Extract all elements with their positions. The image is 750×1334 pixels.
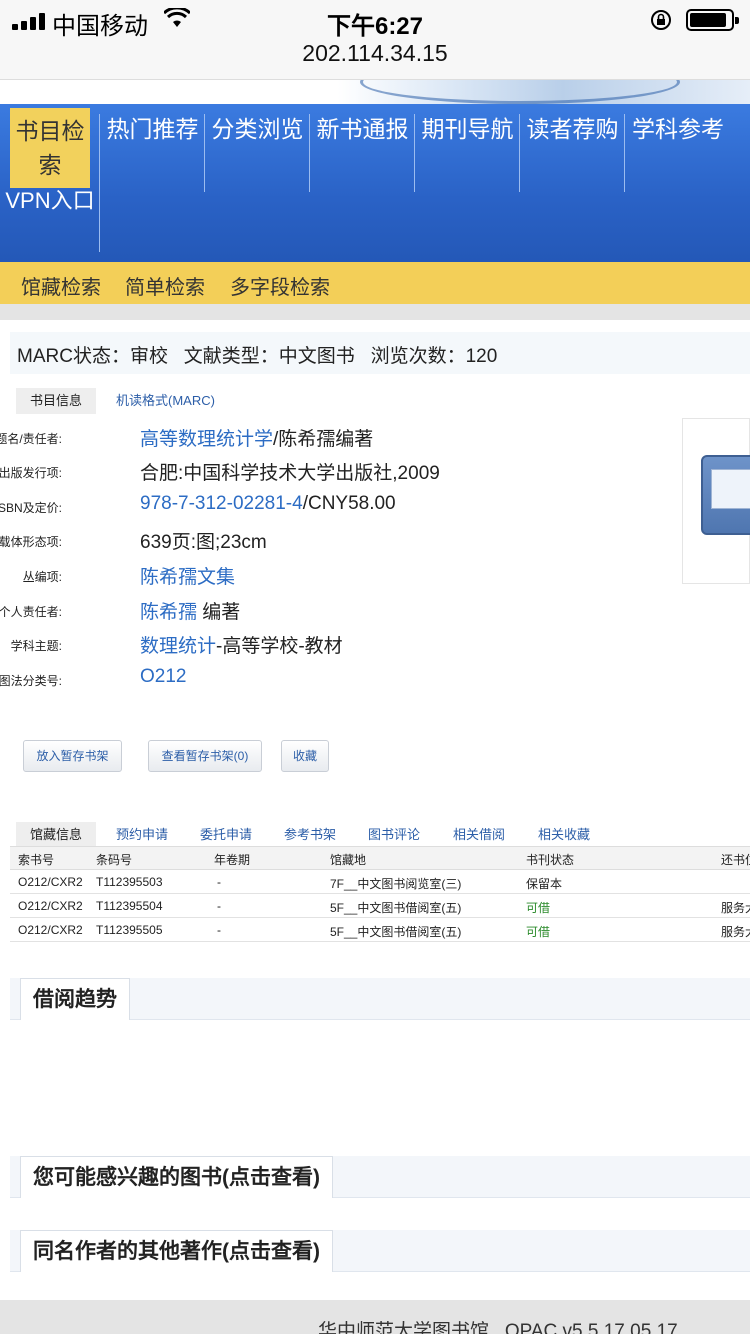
table-row: O212/CXR2 T112395505 - 5F__中文图书借阅室(五) 可借… bbox=[10, 918, 750, 942]
sub-nav: 馆藏检索 简单检索 多字段检索 bbox=[0, 262, 750, 304]
rotation-lock-icon bbox=[651, 10, 671, 30]
footer-text: 华中师范大学图书馆 OPAC v5.5.17.05.17 bbox=[318, 1321, 678, 1334]
main-nav: 书目检索 VPN入口 热门推荐 分类浏览 新书通报 期刊导航 读者荐购 学科参考 bbox=[0, 104, 750, 262]
add-to-shelf-button[interactable]: 放入暂存书架 bbox=[23, 740, 122, 772]
subnav-simple-search[interactable]: 简单检索 bbox=[125, 271, 205, 300]
nav-item-subject[interactable]: 学科参考 bbox=[626, 114, 730, 192]
tab-book-info[interactable]: 书目信息 bbox=[16, 388, 97, 414]
author-link[interactable]: 陈希孺 bbox=[140, 602, 197, 623]
interest-books-section[interactable]: 您可能感兴趣的图书(点击查看) bbox=[10, 1156, 750, 1198]
loan-trend-title: 借阅趋势 bbox=[20, 978, 130, 1020]
info-row-subject: 学科主题: 数理统计-高等学校-教材 bbox=[10, 636, 343, 657]
info-row-author: 个人责任者: 陈希孺 编著 bbox=[0, 602, 241, 623]
same-author-title[interactable]: 同名作者的其他著作(点击查看) bbox=[20, 1230, 333, 1272]
info-row-title: 题名/责任者: 高等数理统计学/陈希孺编著 bbox=[0, 429, 374, 450]
marc-status-text: MARC状态：审校 文献类型：中文图书 浏览次数：120 bbox=[17, 346, 498, 367]
same-author-section[interactable]: 同名作者的其他著作(点击查看) bbox=[10, 1230, 750, 1272]
nav-item-vpn[interactable]: VPN入口 bbox=[4, 184, 96, 218]
tab-reference-shelf[interactable]: 参考书架 bbox=[284, 822, 336, 848]
tab-reviews[interactable]: 图书评论 bbox=[368, 822, 420, 848]
favorite-button[interactable]: 收藏 bbox=[281, 740, 329, 772]
series-link[interactable]: 陈希孺文集 bbox=[140, 567, 235, 588]
address-bar[interactable]: 202.114.34.15 bbox=[0, 40, 750, 67]
tab-marc[interactable]: 机读格式(MARC) bbox=[116, 388, 215, 414]
table-header: 索书号 条码号 年卷期 馆藏地 书刊状态 还书位 bbox=[10, 846, 750, 870]
view-shelf-button[interactable]: 查看暂存书架(0) bbox=[148, 740, 262, 772]
clock-time: 下午6:27 bbox=[326, 13, 424, 40]
nav-item-new-books[interactable]: 新书通报 bbox=[311, 114, 415, 192]
nav-item-hot[interactable]: 热门推荐 bbox=[101, 114, 205, 192]
nav-item-catalog-search[interactable]: 书目检索 bbox=[8, 114, 92, 182]
book-cover-icon bbox=[701, 455, 750, 535]
isbn-link[interactable]: 978-7-312-02281-4 bbox=[140, 493, 303, 514]
info-row-isbn: ISBN及定价: 978-7-312-02281-4/CNY58.00 bbox=[0, 493, 396, 515]
table-row: O212/CXR2 T112395503 - 7F__中文图书阅览室(三) 保留… bbox=[10, 870, 750, 894]
title-link[interactable]: 高等数理统计学 bbox=[140, 429, 273, 450]
tab-holdings[interactable]: 馆藏信息 bbox=[16, 822, 97, 848]
header-banner bbox=[0, 80, 750, 104]
battery-icon bbox=[686, 9, 739, 31]
info-row-series: 丛编项: 陈希孺文集 bbox=[22, 567, 236, 588]
info-row-publisher: 出版发行项: 合肥:中国科学技术大学出版社,2009 bbox=[0, 463, 440, 484]
info-row-physical: 载体形态项: 639页:图;23cm bbox=[0, 532, 267, 553]
table-row: O212/CXR2 T112395504 - 5F__中文图书借阅室(五) 可借… bbox=[10, 894, 750, 918]
info-row-classification: 中图法分类号: O212 bbox=[0, 666, 187, 688]
tab-related-loans[interactable]: 相关借阅 bbox=[453, 822, 505, 848]
status-bar: 中国移动 下午6:27 202.114.34.15 bbox=[0, 0, 750, 80]
nav-item-journals[interactable]: 期刊导航 bbox=[416, 114, 520, 192]
loan-trend-section: 借阅趋势 bbox=[10, 978, 750, 1020]
subnav-multi-field-search[interactable]: 多字段检索 bbox=[230, 271, 330, 300]
subnav-holdings-search[interactable]: 馆藏检索 bbox=[21, 271, 101, 300]
interest-books-title[interactable]: 您可能感兴趣的图书(点击查看) bbox=[20, 1156, 333, 1198]
tab-related-favorites[interactable]: 相关收藏 bbox=[538, 822, 590, 848]
tab-delegate[interactable]: 委托申请 bbox=[200, 822, 252, 848]
nav-item-browse[interactable]: 分类浏览 bbox=[206, 114, 310, 192]
tab-reservation[interactable]: 预约申请 bbox=[116, 822, 168, 848]
book-cover-image bbox=[682, 418, 750, 584]
footer: 华中师范大学图书馆 OPAC v5.5.17.05.17 bbox=[0, 1300, 750, 1334]
marc-status-bar: MARC状态：审校 文献类型：中文图书 浏览次数：120 bbox=[10, 332, 750, 374]
classification-link[interactable]: O212 bbox=[140, 666, 186, 687]
subject-link[interactable]: 数理统计 bbox=[140, 636, 216, 657]
nav-item-recommend[interactable]: 读者荐购 bbox=[521, 114, 625, 192]
